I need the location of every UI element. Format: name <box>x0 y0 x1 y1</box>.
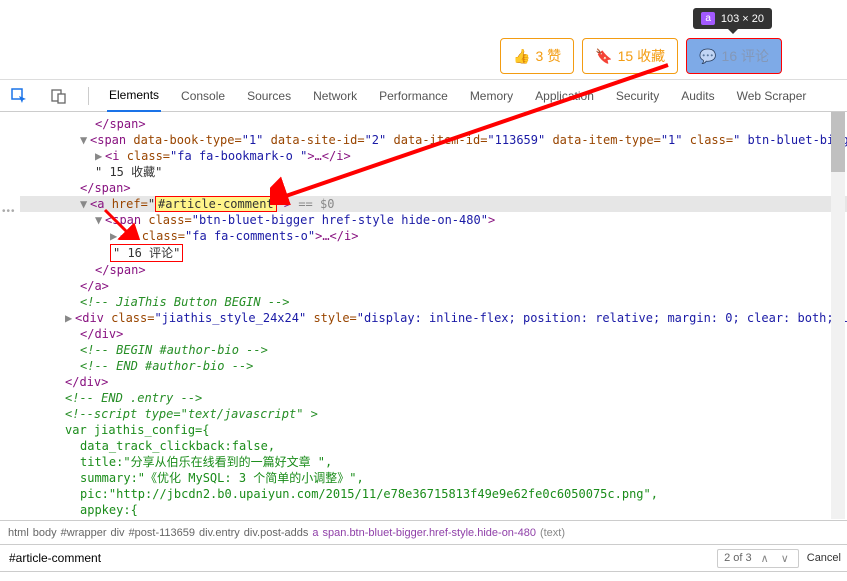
bc-html[interactable]: html <box>8 527 29 539</box>
bc-text[interactable]: (text) <box>540 527 565 539</box>
bc-a[interactable]: a <box>312 527 318 539</box>
collect-button[interactable]: 🔖 15 收藏 <box>582 38 678 74</box>
tooltip-dims: 103 × 20 <box>721 13 764 25</box>
tab-security[interactable]: Security <box>614 81 661 111</box>
inspect-element-icon[interactable] <box>8 85 30 107</box>
breadcrumb-trail[interactable]: html body #wrapper div #post-113659 div.… <box>0 520 847 544</box>
comment-button[interactable]: 💬 16 评论 <box>686 38 782 74</box>
tab-application[interactable]: Application <box>533 81 596 111</box>
tab-memory[interactable]: Memory <box>468 81 515 111</box>
scrollbar-thumb[interactable] <box>831 112 845 172</box>
bc-postadds[interactable]: div.post-adds <box>244 527 309 539</box>
tab-network[interactable]: Network <box>311 81 359 111</box>
tab-elements[interactable]: Elements <box>107 80 161 112</box>
search-input[interactable] <box>6 548 709 568</box>
device-toggle-icon[interactable] <box>48 85 70 107</box>
elements-tree[interactable]: </span> ▼<span data-book-type="1" data-s… <box>0 112 847 520</box>
selected-element-row[interactable]: ▼<a href="#article-comment"> == $0 <box>20 196 847 212</box>
highlighted-text-node: " 16 评论" <box>110 244 183 262</box>
tab-webscraper[interactable]: Web Scraper <box>735 81 809 111</box>
comments-icon: 💬 <box>699 48 716 65</box>
devtools-tabbar: Elements Console Sources Network Perform… <box>0 80 847 112</box>
code-text: </span> <box>95 117 146 131</box>
praise-button[interactable]: 👍 3 赞 <box>500 38 574 74</box>
tab-audits[interactable]: Audits <box>679 81 716 111</box>
bc-post[interactable]: #post-113659 <box>129 527 195 539</box>
tab-sources[interactable]: Sources <box>245 81 293 111</box>
gutter-ellipsis: ••• <box>2 206 16 217</box>
vertical-scrollbar[interactable] <box>831 112 845 519</box>
tab-console[interactable]: Console <box>179 81 227 111</box>
thumbs-up-icon: 👍 <box>513 48 530 65</box>
search-cancel-button[interactable]: Cancel <box>807 552 841 564</box>
bc-div[interactable]: div <box>111 527 125 539</box>
bc-span[interactable]: span.btn-bluet-bigger.href-style.hide-on… <box>323 527 536 539</box>
comment-label: 16 评论 <box>722 46 769 66</box>
text-collect: " 15 收藏" <box>95 165 162 179</box>
highlighted-href: #article-comment <box>155 196 277 212</box>
bookmark-icon: 🔖 <box>595 48 612 65</box>
tab-performance[interactable]: Performance <box>377 81 450 111</box>
action-buttons-row: 👍 3 赞 🔖 15 收藏 💬 16 评论 <box>500 38 782 74</box>
dimension-tooltip: a 103 × 20 <box>693 8 772 29</box>
bc-entry[interactable]: div.entry <box>199 527 240 539</box>
search-next-icon[interactable]: ∨ <box>778 552 792 565</box>
search-result-count: 2 of 3 ∧ ∨ <box>717 549 799 568</box>
bc-wrapper[interactable]: #wrapper <box>61 527 107 539</box>
praise-label: 3 赞 <box>536 46 562 66</box>
search-prev-icon[interactable]: ∧ <box>758 552 772 565</box>
tooltip-tag: a <box>701 12 715 25</box>
collect-label: 15 收藏 <box>618 46 665 66</box>
bc-body[interactable]: body <box>33 527 57 539</box>
find-bar: 2 of 3 ∧ ∨ Cancel <box>0 544 847 572</box>
